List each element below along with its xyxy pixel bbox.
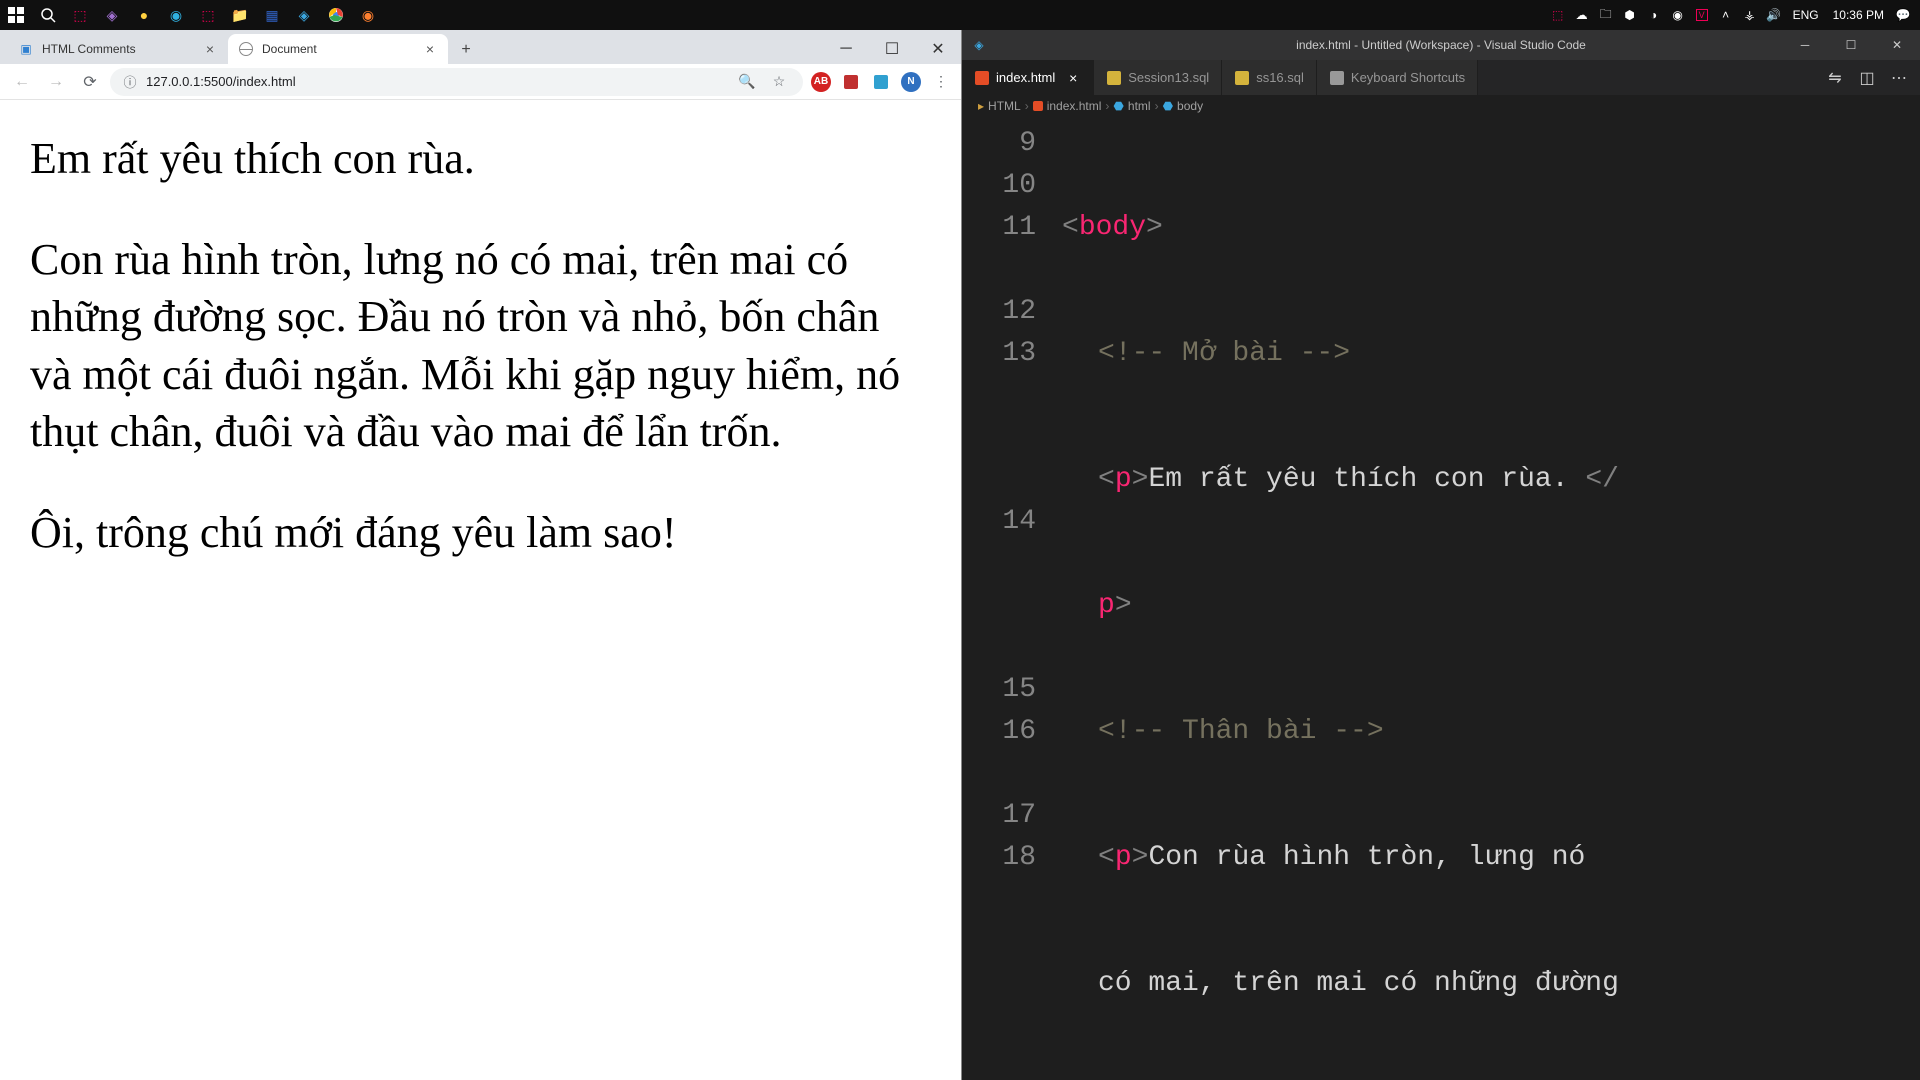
close-icon[interactable]: × (1065, 70, 1081, 86)
ext-icon-3[interactable] (869, 70, 893, 94)
close-button[interactable]: ✕ (915, 34, 961, 64)
breadcrumb-item: ▸HTML (978, 99, 1021, 113)
tray-icon-4[interactable]: ◑ (1645, 6, 1663, 24)
tray-chevron-up-icon[interactable]: ˄ (1717, 6, 1735, 24)
paragraph-2: Con rùa hình tròn, lưng nó có mai, trên … (30, 231, 931, 460)
taskbar-app-3[interactable]: ◉ (160, 0, 192, 30)
browser-window: ▣ HTML Comments × Document × + ─ ☐ ✕ ← → (0, 30, 962, 1080)
editor-tab-session13[interactable]: Session13.sql (1094, 60, 1222, 95)
site-info-icon[interactable]: ⓘ (122, 74, 138, 90)
tab-label: Keyboard Shortcuts (1351, 70, 1465, 85)
compare-changes-icon[interactable]: ⇋ (1824, 67, 1846, 89)
taskbar-app-1[interactable]: ⬚ (64, 0, 96, 30)
profile-avatar[interactable]: N (899, 70, 923, 94)
paragraph-3: Ôi, trông chú mới đáng yêu làm sao! (30, 504, 931, 561)
menu-icon[interactable]: ⋮ (929, 70, 953, 94)
tab-label: ss16.sql (1256, 70, 1304, 85)
taskbar-app-vscode[interactable]: ◈ (288, 0, 320, 30)
editor-tab-ss16[interactable]: ss16.sql (1222, 60, 1317, 95)
keyboard-icon (1329, 70, 1345, 86)
vscode-titlebar: ◈ index.html - Untitled (Workspace) - Vi… (962, 30, 1920, 60)
code-editor[interactable]: 9101112131415161718 <body> <!-- Mở bài -… (962, 117, 1920, 1080)
paragraph-1: Em rất yêu thích con rùa. (30, 130, 931, 187)
tray-icon-3[interactable]: ⬢ (1621, 6, 1639, 24)
tab-title: HTML Comments (42, 42, 194, 56)
browser-titlebar: ▣ HTML Comments × Document × + ─ ☐ ✕ (0, 30, 961, 64)
search-icon[interactable] (32, 0, 64, 30)
close-icon[interactable]: × (202, 41, 218, 57)
favicon-icon: ▣ (18, 41, 34, 57)
vscode-logo-icon: ◈ (962, 38, 996, 52)
tray-notifications-icon[interactable]: 💬 (1894, 6, 1912, 24)
maximize-button[interactable]: ☐ (1828, 30, 1874, 60)
breadcrumb[interactable]: ▸HTML › index.html › ⬣html › ⬣body (962, 95, 1920, 117)
browser-tab-0[interactable]: ▣ HTML Comments × (8, 34, 228, 64)
tab-title: Document (262, 42, 414, 56)
ext-icon-2[interactable] (839, 70, 863, 94)
tray-clock[interactable]: 10:36 PM (1829, 8, 1888, 22)
taskbar-app-word[interactable]: ▦ (256, 0, 288, 30)
minimize-button[interactable]: ─ (1782, 30, 1828, 60)
windows-taskbar: ⬚ ◈ ● ◉ ⬚ 📁 ▦ ◈ ◉ ⬚ ☁ 🗀 ⬢ ◑ ◉ V ˄ ⚶ 🔊 EN… (0, 0, 1920, 30)
minimize-button[interactable]: ─ (823, 34, 869, 64)
tray-icon-cloud[interactable]: ☁ (1573, 6, 1591, 24)
tray-icon-1[interactable]: ⬚ (1549, 6, 1567, 24)
tray-volume-icon[interactable]: 🔊 (1765, 6, 1783, 24)
zoom-icon[interactable]: 🔍 (735, 70, 759, 94)
ext-abp-icon[interactable]: AB (809, 70, 833, 94)
tray-language[interactable]: ENG (1789, 8, 1823, 22)
code-area[interactable]: <body> <!-- Mở bài --> <p>Em rất yêu thí… (1062, 117, 1920, 1080)
taskbar-app-firefox[interactable]: ◉ (352, 0, 384, 30)
url-text: 127.0.0.1:5500/index.html (146, 74, 727, 89)
taskbar-app-4[interactable]: ⬚ (192, 0, 224, 30)
browser-tab-1[interactable]: Document × (228, 34, 448, 64)
back-button[interactable]: ← (8, 68, 36, 96)
tray-icon-5[interactable]: ◉ (1669, 6, 1687, 24)
address-bar[interactable]: ⓘ 127.0.0.1:5500/index.html 🔍 ☆ (110, 68, 803, 96)
close-icon[interactable]: × (422, 41, 438, 57)
tab-label: Session13.sql (1128, 70, 1209, 85)
editor-tab-keyboard-shortcuts[interactable]: Keyboard Shortcuts (1317, 60, 1478, 95)
browser-toolbar: ← → ⟳ ⓘ 127.0.0.1:5500/index.html 🔍 ☆ AB… (0, 64, 961, 100)
editor-tab-index-html[interactable]: index.html × (962, 60, 1094, 95)
vscode-title: index.html - Untitled (Workspace) - Visu… (1296, 38, 1586, 52)
tray-wifi-icon[interactable]: ⚶ (1741, 6, 1759, 24)
close-button[interactable]: ✕ (1874, 30, 1920, 60)
line-number-gutter: 9101112131415161718 (962, 117, 1062, 1080)
breadcrumb-item: ⬣body (1163, 99, 1204, 113)
sql-file-icon (1234, 70, 1250, 86)
sql-file-icon (1106, 70, 1122, 86)
breadcrumb-item: ⬣html (1113, 99, 1150, 113)
split-editor-icon[interactable]: ◫ (1856, 67, 1878, 89)
tab-strip: ▣ HTML Comments × Document × + (0, 30, 823, 64)
vscode-tabbar: index.html × Session13.sql ss16.sql Keyb… (962, 60, 1920, 95)
reload-button[interactable]: ⟳ (76, 68, 104, 96)
start-button[interactable] (0, 0, 32, 30)
html-file-icon (974, 70, 990, 86)
favicon-icon (238, 41, 254, 57)
breadcrumb-item: index.html (1033, 99, 1102, 113)
tray-icon-v[interactable]: V (1693, 6, 1711, 24)
star-icon[interactable]: ☆ (767, 70, 791, 94)
taskbar-app-explorer[interactable]: 📁 (224, 0, 256, 30)
page-content: Em rất yêu thích con rùa. Con rùa hình t… (0, 100, 961, 1080)
vscode-window: ◈ index.html - Untitled (Workspace) - Vi… (962, 30, 1920, 1080)
more-actions-icon[interactable]: ⋯ (1888, 67, 1910, 89)
forward-button[interactable]: → (42, 68, 70, 96)
taskbar-app-visualstudio[interactable]: ◈ (96, 0, 128, 30)
maximize-button[interactable]: ☐ (869, 34, 915, 64)
taskbar-app-chrome[interactable] (320, 0, 352, 30)
new-tab-button[interactable]: + (452, 36, 480, 64)
taskbar-app-2[interactable]: ● (128, 0, 160, 30)
tray-icon-2[interactable]: 🗀 (1597, 6, 1615, 24)
tab-label: index.html (996, 70, 1055, 85)
